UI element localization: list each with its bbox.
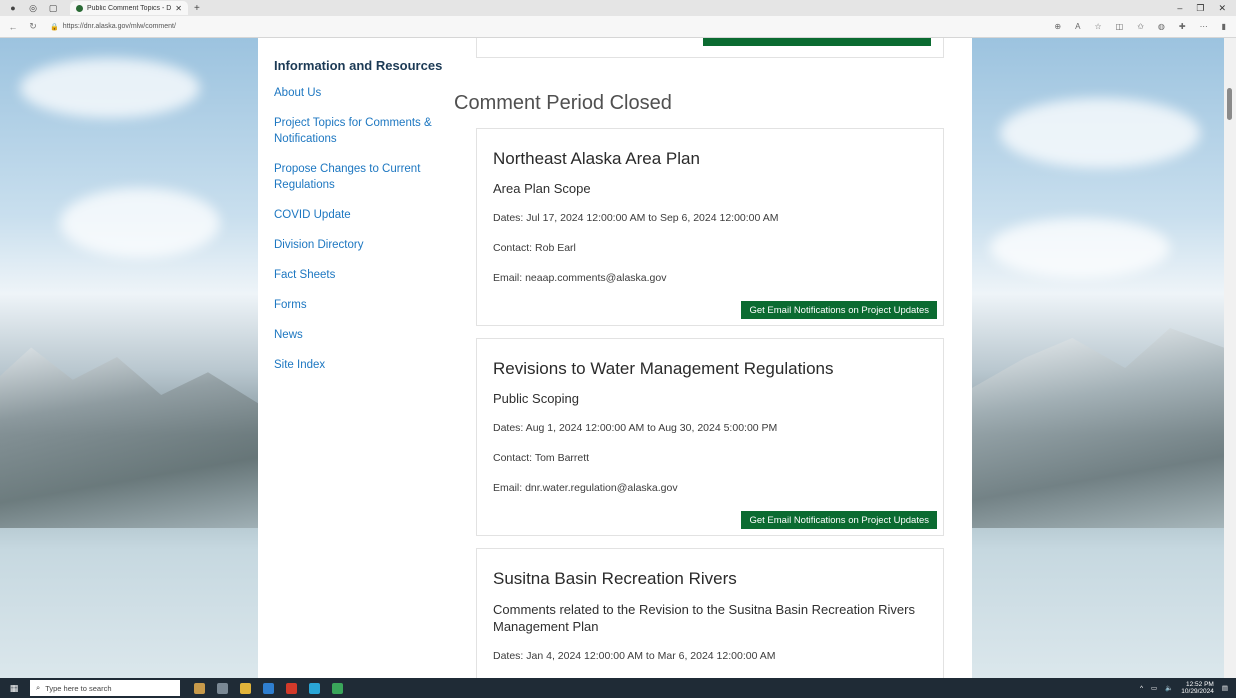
taskbar-search[interactable]: ⌕ Type here to search: [30, 680, 180, 696]
browser-toolbar-icons: ⊕ A ☆ ◫ ✩ ◍ ✚ ⋯ ▮: [1054, 22, 1226, 31]
address-bar-row: ← ↻ 🔒 https://dnr.alaska.gov/mlw/comment…: [0, 16, 1236, 38]
mountain-right: [972, 328, 1236, 528]
browser-tab-active[interactable]: Public Comment Topics - Divisio ✕: [70, 1, 188, 15]
sidebar-nav: Information and Resources About Us Proje…: [274, 56, 444, 387]
extensions-icon[interactable]: ✚: [1179, 22, 1186, 31]
sidebar-link-covid-update[interactable]: COVID Update: [274, 207, 444, 223]
minimize-icon[interactable]: –: [1177, 3, 1182, 14]
card-title: Northeast Alaska Area Plan: [493, 149, 700, 168]
clock[interactable]: 12:52 PM 10/29/2024: [1181, 681, 1214, 695]
card-subtitle: Area Plan Scope: [493, 181, 591, 196]
tray-chevron-icon[interactable]: ^: [1140, 685, 1143, 692]
card-subtitle: Comments related to the Revision to the …: [493, 602, 915, 634]
sidebar-link-project-topics[interactable]: Project Topics for Comments & Notificati…: [274, 115, 444, 147]
mountain-left: [0, 347, 260, 528]
comment-card: Revisions to Water Management Regulation…: [476, 338, 944, 536]
sidebar-link-about-us[interactable]: About Us: [274, 85, 444, 101]
card-subtitle: Public Scoping: [493, 391, 579, 406]
acrobat-icon[interactable]: [286, 682, 297, 694]
restore-icon[interactable]: ❐: [1196, 3, 1204, 14]
sidebar-link-site-index[interactable]: Site Index: [274, 357, 444, 373]
comment-card: Northeast Alaska Area Plan Area Plan Sco…: [476, 128, 944, 326]
page-content: Information and Resources About Us Proje…: [258, 38, 972, 688]
sidebar-link-fact-sheets[interactable]: Fact Sheets: [274, 267, 444, 283]
card-contact: Contact: Rob Earl: [493, 242, 576, 254]
card-dates: Dates: Jul 17, 2024 12:00:00 AM to Sep 6…: [493, 212, 779, 224]
system-tray: ^ ▭ 🔈 12:52 PM 10/29/2024 ▤: [1140, 681, 1228, 695]
volume-icon[interactable]: 🔈: [1165, 684, 1173, 692]
section-title: Comment Period Closed: [454, 92, 672, 114]
email-notifications-button[interactable]: Get Email Notifications on Project Updat…: [741, 511, 937, 529]
sidebar-icon[interactable]: ▮: [1222, 22, 1226, 31]
favorites-icon[interactable]: ✩: [1137, 22, 1144, 31]
sidebar-link-forms[interactable]: Forms: [274, 297, 444, 313]
window-controls: – ❐ ✕: [1177, 3, 1226, 14]
start-menu-icon[interactable]: ▦: [6, 681, 22, 695]
close-window-icon[interactable]: ✕: [1218, 3, 1226, 14]
tab-close-icon[interactable]: ✕: [175, 4, 182, 13]
url-text: https://dnr.alaska.gov/mlw/comment/: [62, 23, 176, 30]
zoom-icon[interactable]: ⊕: [1054, 22, 1061, 31]
file-explorer-icon[interactable]: [240, 682, 251, 694]
card-title: Revisions to Water Management Regulation…: [493, 359, 834, 378]
browser-tab-strip: ● ◎ ▢ Public Comment Topics - Divisio ✕ …: [0, 0, 1236, 16]
card-dates: Dates: Aug 1, 2024 12:00:00 AM to Aug 30…: [493, 422, 778, 434]
sidebar-link-news[interactable]: News: [274, 327, 444, 343]
previous-card-button[interactable]: [703, 38, 931, 46]
card-email: Email: neaap.comments@alaska.gov: [493, 272, 667, 284]
workspaces-icon[interactable]: ◎: [26, 2, 40, 14]
more-menu-icon[interactable]: ⋯: [1200, 22, 1208, 31]
sidebar-link-division-directory[interactable]: Division Directory: [274, 237, 444, 253]
card-email: Email: dnr.water.regulation@alaska.gov: [493, 482, 678, 494]
page-scrollbar[interactable]: [1224, 38, 1236, 678]
read-aloud-icon[interactable]: A: [1075, 22, 1080, 31]
weather-widget-icon[interactable]: [194, 682, 205, 694]
comment-card: Susitna Basin Recreation Rivers Comments…: [476, 548, 944, 688]
card-contact: Contact: Tom Barrett: [493, 452, 590, 464]
notifications-icon[interactable]: ▤: [1222, 684, 1228, 692]
card-title: Susitna Basin Recreation Rivers: [493, 569, 737, 588]
task-view-icon[interactable]: [217, 682, 228, 694]
lock-icon: 🔒: [50, 23, 59, 31]
collections-icon[interactable]: ◍: [1158, 22, 1165, 31]
email-notifications-button[interactable]: Get Email Notifications on Project Updat…: [741, 301, 937, 319]
sidebar-link-propose-changes[interactable]: Propose Changes to Current Regulations: [274, 161, 444, 193]
clock-date: 10/29/2024: [1181, 688, 1214, 695]
sidebar-heading: Information and Resources: [274, 58, 443, 73]
taskbar-search-placeholder: Type here to search: [45, 683, 112, 693]
tab-title: Public Comment Topics - Divisio: [87, 4, 172, 12]
mail-icon[interactable]: [263, 682, 274, 694]
refresh-icon[interactable]: ↻: [26, 21, 40, 32]
search-icon: ⌕: [36, 683, 41, 692]
new-tab-icon[interactable]: +: [194, 3, 200, 14]
edge-browser-icon[interactable]: [309, 682, 320, 694]
profile-icon[interactable]: ●: [6, 2, 20, 14]
app-icon[interactable]: [332, 682, 343, 694]
card-dates: Dates: Jan 4, 2024 12:00:00 AM to Mar 6,…: [493, 650, 776, 662]
previous-card-bottom: [476, 38, 944, 58]
back-icon[interactable]: ←: [6, 22, 20, 32]
favorite-star-icon[interactable]: ☆: [1094, 22, 1101, 31]
split-screen-icon[interactable]: ◫: [1116, 22, 1124, 31]
taskbar-apps: [194, 682, 343, 694]
network-icon[interactable]: ▭: [1151, 684, 1157, 692]
tab-actions-icon[interactable]: ▢: [46, 2, 60, 14]
scrollbar-thumb[interactable]: [1227, 88, 1232, 120]
url-field[interactable]: 🔒 https://dnr.alaska.gov/mlw/comment/: [50, 19, 230, 35]
clock-time: 12:52 PM: [1186, 681, 1214, 688]
taskbar: ▦ ⌕ Type here to search ^ ▭ 🔈 12:52 PM 1…: [0, 678, 1236, 698]
site-favicon-icon: [76, 4, 83, 12]
